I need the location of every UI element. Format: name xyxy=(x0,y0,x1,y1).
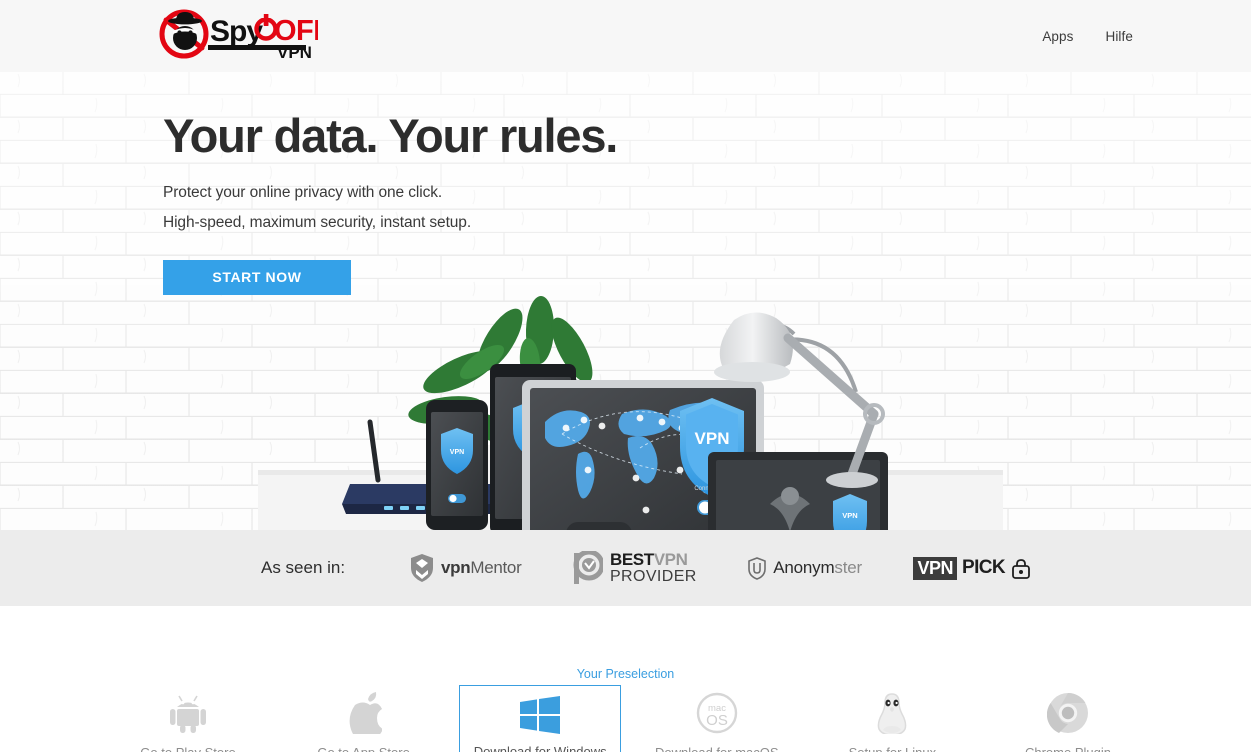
press-label: As seen in: xyxy=(261,558,346,577)
smartphone-device: VPN xyxy=(426,400,488,530)
press-bar: As seen in: vpnMentor BESTVPN PROVIDER A… xyxy=(0,530,1251,606)
logo-vpnpick-text-b: PICK xyxy=(962,557,1006,578)
platform-chrome-label: Chrome Plugin xyxy=(1025,745,1111,752)
logo-anonymster[interactable]: Anonymster xyxy=(748,556,862,580)
chrome-icon xyxy=(1046,691,1089,735)
platform-windows-label: Download for Windows xyxy=(473,744,607,752)
logo-bestvpnprovider[interactable]: BESTVPN PROVIDER xyxy=(573,551,697,585)
platform-macos[interactable]: mac OS Download for macOS xyxy=(637,685,797,752)
svg-text:OS: OS xyxy=(706,712,728,729)
platform-ios-label: Go to App Store xyxy=(317,745,410,752)
platform-section: Your Preselection Download for Windows m… xyxy=(0,606,1251,752)
svg-text:VPN: VPN xyxy=(450,449,464,456)
preselection-note: Your Preselection xyxy=(576,667,675,681)
shield-outline-icon xyxy=(748,556,767,580)
page-root: Spy OFF VPN Apps Hilfe xyxy=(0,0,1251,752)
platform-linux-label: Setup for Linux xyxy=(849,745,936,752)
press-logo-list: vpnMentor BESTVPN PROVIDER Anonymster VP… xyxy=(410,544,1030,592)
logo-anonymster-text: Anonymster xyxy=(773,558,862,577)
site-logo[interactable]: Spy OFF VPN xyxy=(158,7,331,62)
apple-tv-device xyxy=(566,522,632,530)
platform-macos-label: Download for macOS xyxy=(655,745,779,752)
hero-section: VPN VPN VPN Your data. Your rules. Prote… xyxy=(0,72,1251,530)
bestvpn-circle-icon xyxy=(573,551,603,584)
hero-copy: Your data. Your rules. Protect your onli… xyxy=(163,109,618,295)
logo-vpnmentor[interactable]: vpnMentor xyxy=(410,553,522,583)
svg-text:VPN: VPN xyxy=(695,429,730,448)
platform-ios[interactable]: Go to App Store xyxy=(284,685,444,752)
logo-word-vpn: VPN xyxy=(277,43,312,59)
platform-chrome[interactable]: Chrome Plugin xyxy=(988,685,1148,752)
page-title: Your data. Your rules. xyxy=(163,109,618,162)
macos-icon: mac OS xyxy=(696,691,738,735)
shield-icon xyxy=(411,554,433,582)
hero-subtitle-2: High-speed, maximum security, instant se… xyxy=(163,214,472,231)
platform-android-label: Go to Play Store xyxy=(140,745,235,752)
linux-icon xyxy=(874,691,910,735)
laptop-device: VPN xyxy=(708,452,888,530)
lock-icon xyxy=(1012,558,1030,579)
spy-blocked-icon xyxy=(159,9,209,59)
logo-vpnpick-text-a: VPN xyxy=(913,556,957,580)
logo-vpnmentor-text: vpnMentor xyxy=(441,558,522,577)
start-now-button[interactable]: START NOW xyxy=(163,260,351,295)
logo-bestvpnprovider-text: BESTVPN PROVIDER xyxy=(609,550,697,585)
nav-item-hilfe[interactable]: Hilfe xyxy=(1105,29,1133,44)
apple-icon xyxy=(346,691,382,735)
platform-list: Go to Play Store Go to App Store xyxy=(108,685,1148,752)
hero-subtitle-1: Protect your online privacy with one cli… xyxy=(163,184,443,201)
svg-text:VPN: VPN xyxy=(842,511,857,520)
site-header: Spy OFF VPN Apps Hilfe xyxy=(0,0,1251,72)
logo-vpnpick[interactable]: VPN PICK xyxy=(913,556,1030,580)
platform-linux[interactable]: Setup for Linux xyxy=(812,685,972,752)
windows-icon xyxy=(520,696,561,734)
android-icon xyxy=(167,691,209,735)
nav-item-apps[interactable]: Apps xyxy=(1042,29,1073,44)
platform-android[interactable]: Go to Play Store xyxy=(108,685,268,752)
main-nav: Apps Hilfe xyxy=(1042,0,1133,72)
power-icon xyxy=(254,13,278,41)
platform-windows[interactable]: Download for Windows xyxy=(459,685,622,752)
